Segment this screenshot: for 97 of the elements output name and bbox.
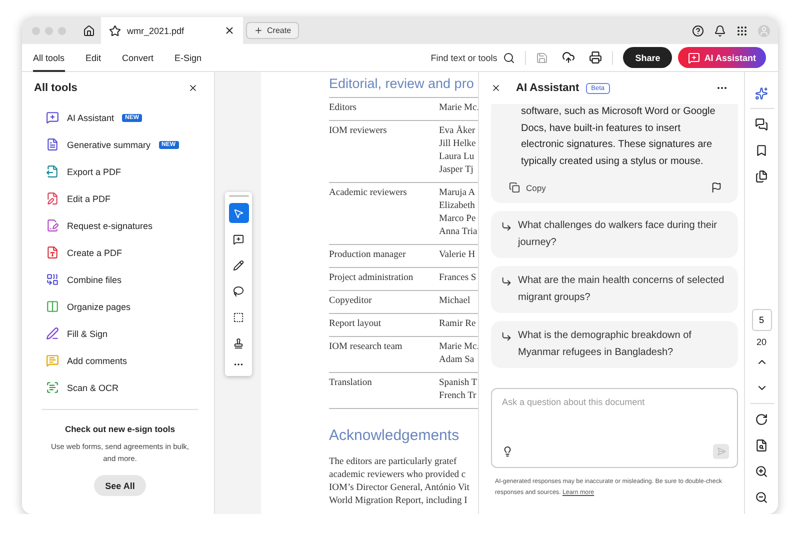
star-icon[interactable] [109,24,121,36]
upload-icon[interactable] [562,51,576,64]
panel-title: AI Assistant [516,82,580,94]
role-text: Project administration [329,272,414,285]
close-icon[interactable] [491,83,501,93]
create-button[interactable]: Create [246,22,300,39]
body-paragraph: The editors are particularly gratef academic reviewers who provided c IOM’s Director General, António Vit World Migration Report, including I [329,456,470,508]
tool-item[interactable]: Edit a PDF [34,185,198,212]
plus-icon [254,26,263,35]
suggested-question[interactable]: What are the main health concerns of selected migrant groups? [491,266,738,313]
tool-icon [46,246,59,259]
search-button[interactable]: Find text or tools [430,52,516,64]
name-text: Jasper Tj [439,164,474,177]
nav-tab[interactable]: Convert [122,44,154,72]
send-icon [716,447,726,456]
name-text: Jill Helke [439,138,477,151]
close-icon[interactable] [188,83,198,93]
stamp-icon [233,338,244,348]
name-text: Marco Pe [439,213,477,226]
tool-icon [46,138,59,151]
tool-icon [46,219,59,232]
tool-item[interactable]: Organize pages [34,293,198,320]
name-text: Michael [439,295,472,308]
answer-text: software, such as Microsoft Word or Google Docs, have built-in features to insert electronic signatures. These signatures are typically created using a stylus or mouse. [521,105,716,168]
see-all-button[interactable]: See All [94,475,146,496]
suggested-question[interactable]: What challenges do walkers face during their journey? [491,211,738,258]
copy-button[interactable]: Copy [509,182,546,193]
role-text: IOM reviewers [329,125,388,138]
name-text: Anna Tria [439,226,478,239]
role-text: IOM research team [329,341,404,354]
page-total: 20 [756,337,766,347]
promo-title: Check out new e-sign tools [64,424,176,434]
copy-icon [509,182,520,193]
ai-assistant-button[interactable]: AI Assistant [678,47,766,68]
suggested-question[interactable]: What is the demographic breakdown of Myanmar refugees in Bangladesh? [491,321,738,368]
print-icon[interactable] [589,51,602,64]
tool-icon [46,111,59,124]
name-text: Adam Sa [439,354,476,367]
nav-tab[interactable]: E-Sign [174,44,202,72]
document-tab-title: wmr_2021.pdf [127,26,186,36]
reply-arrow-icon [501,221,512,232]
tool-icon [46,192,59,205]
page-number-field[interactable]: 5 [752,309,772,331]
pointer-icon [233,208,244,218]
role-text: Copyeditor [329,295,373,308]
tool-icon [46,354,59,367]
role-text: Academic reviewers [329,187,408,200]
drag-handle[interactable] [228,195,248,197]
tool-item[interactable]: Fill & Sign [34,320,198,347]
name-text: Laura Lu [439,151,476,164]
name-text: French Tr [439,390,478,403]
name-text: Ramir Re [439,318,477,331]
tool-icon [46,273,59,286]
role-text: Editors [329,102,358,115]
name-text: Spanish T [439,377,478,390]
role-text: Report layout [329,318,382,331]
role-text: Translation [329,377,373,390]
nav-tab[interactable]: Edit [86,44,102,72]
panel-title: All tools [34,82,78,94]
role-text: Production manager [329,249,407,262]
section-heading: Acknowledgements [329,427,460,444]
nav-tab[interactable]: All tools [33,44,65,72]
name-text: Marie Mc. [439,102,478,115]
reply-arrow-icon [501,276,512,287]
close-icon[interactable] [224,25,235,36]
bell-icon[interactable] [714,24,726,36]
tool-icon [46,381,59,394]
tool-item[interactable]: Scan & OCR [34,374,198,401]
tool-icon [46,327,59,340]
comment-icon [233,234,244,244]
pencil-icon [233,260,244,270]
document-heading: Editorial, review and pro [329,76,478,98]
name-text: Elizabeth [439,200,476,213]
name-text: Eva Åker [439,125,476,138]
help-icon[interactable] [692,24,704,36]
share-button[interactable]: Share [623,47,672,68]
tool-item[interactable]: Request e-signatures [34,212,198,239]
tool-item[interactable]: Add comments [34,347,198,374]
lightbulb-icon[interactable] [502,446,513,457]
search-icon [503,52,516,64]
home-icon[interactable] [83,24,95,36]
name-text: Marie Mc. [439,341,478,354]
tool-icon [46,300,59,313]
document-tab[interactable]: wmr_2021.pdf [101,17,243,44]
name-text: Frances S [439,272,478,285]
tool-icon [46,165,59,178]
lasso-icon [233,286,244,296]
name-text: Valerie H [439,249,476,262]
reply-arrow-icon [501,331,512,342]
flag-icon[interactable] [711,182,722,193]
apps-grid-icon[interactable] [736,24,748,36]
name-text: Maruja A [439,187,476,200]
text-select-icon [233,312,244,322]
question-field[interactable]: Ask a question about this document [502,397,729,407]
tool-item[interactable]: Combine files [34,266,198,293]
tool-item[interactable]: Create a PDF [34,239,198,266]
tool-item[interactable]: Export a PDF [34,158,198,185]
